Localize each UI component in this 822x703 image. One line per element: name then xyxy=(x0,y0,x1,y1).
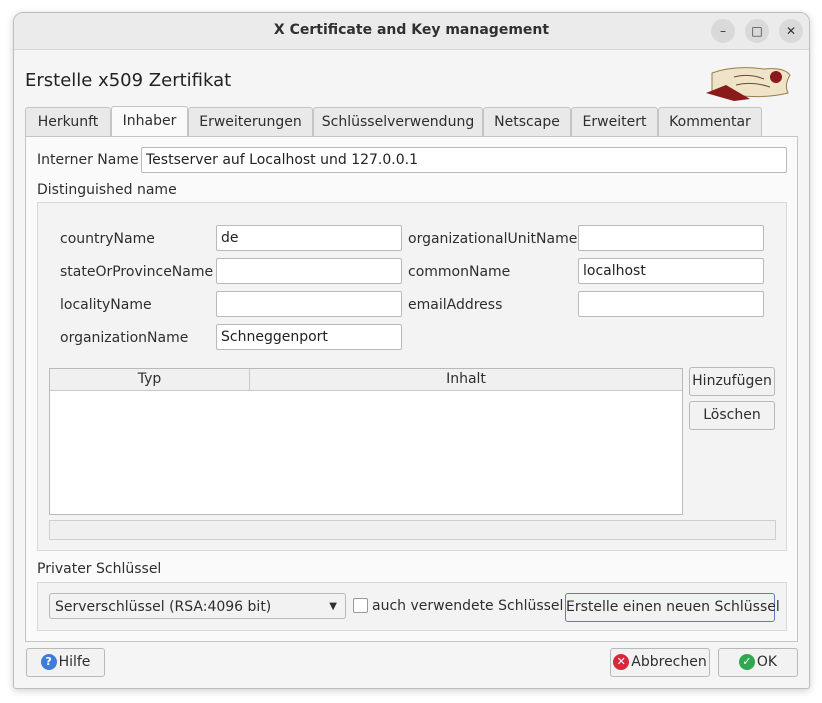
help-icon: ? xyxy=(40,654,57,670)
cancel-icon: ✕ xyxy=(613,654,630,670)
horizontal-scrollbar[interactable] xyxy=(49,520,776,540)
tab-kommentar[interactable]: Kommentar xyxy=(658,107,762,136)
private-key-selected: Serverschlüssel (RSA:4096 bit) xyxy=(55,599,272,615)
private-key-select[interactable]: Serverschlüssel (RSA:4096 bit) ▼ xyxy=(49,593,346,619)
maximize-button[interactable]: □ xyxy=(745,19,769,43)
ok-icon: ✓ xyxy=(738,654,755,670)
country-name-label: countryName xyxy=(60,231,155,247)
locality-name-input[interactable] xyxy=(216,291,402,317)
state-name-label: stateOrProvinceName xyxy=(60,264,214,280)
cancel-button[interactable]: ✕ Abbrechen xyxy=(610,648,710,677)
cancel-label: Abbrechen xyxy=(631,654,707,670)
tab-erweitert[interactable]: Erweitert xyxy=(571,107,658,136)
dialog-window: X Certificate and Key management – □ ✕ E… xyxy=(13,12,810,689)
internal-name-label: Interner Name xyxy=(37,152,139,168)
xca-logo-icon xyxy=(706,67,791,101)
chevron-down-icon: ▼ xyxy=(329,601,337,612)
common-name-input[interactable] xyxy=(578,258,764,284)
common-name-label: commonName xyxy=(408,264,511,280)
organization-name-input[interactable] xyxy=(216,324,402,350)
tab-netscape[interactable]: Netscape xyxy=(483,107,571,136)
country-name-input[interactable] xyxy=(216,225,402,251)
ok-label: OK xyxy=(756,654,778,670)
internal-name-input[interactable] xyxy=(141,147,787,173)
used-keys-label[interactable]: auch verwendete Schlüssel xyxy=(372,598,563,614)
ok-button[interactable]: ✓ OK xyxy=(718,648,798,677)
dn-entries-table[interactable]: Typ Inhalt xyxy=(49,368,683,515)
state-name-input[interactable] xyxy=(216,258,402,284)
org-unit-name-label: organizationalUnitName xyxy=(408,231,578,247)
email-address-label: emailAddress xyxy=(408,297,503,313)
window-title: X Certificate and Key management xyxy=(273,22,550,38)
tab-erweiterungen[interactable]: Erweiterungen xyxy=(188,107,313,136)
private-key-label: Privater Schlüssel xyxy=(37,561,162,577)
help-button[interactable]: ? Hilfe xyxy=(26,648,105,677)
organization-name-label: organizationName xyxy=(60,330,189,346)
create-new-key-button[interactable]: Erstelle einen neuen Schlüssel xyxy=(565,593,780,622)
tab-herkunft[interactable]: Herkunft xyxy=(25,107,111,136)
help-label: Hilfe xyxy=(58,654,91,670)
org-unit-name-input[interactable] xyxy=(578,225,764,251)
dialog-heading: Erstelle x509 Zertifikat xyxy=(25,70,232,91)
column-header-typ[interactable]: Typ xyxy=(50,369,250,391)
tab-inhaber[interactable]: Inhaber xyxy=(111,106,188,137)
email-address-input[interactable] xyxy=(578,291,764,317)
delete-button[interactable]: Löschen xyxy=(689,401,775,430)
column-header-inhalt[interactable]: Inhalt xyxy=(250,369,682,391)
add-button[interactable]: Hinzufügen xyxy=(689,367,775,396)
tab-schluesselverwendung[interactable]: Schlüsselverwendung xyxy=(313,107,483,136)
title-bar[interactable]: X Certificate and Key management – □ ✕ xyxy=(14,13,809,50)
locality-name-label: localityName xyxy=(60,297,152,313)
used-keys-checkbox[interactable] xyxy=(353,598,368,613)
close-button[interactable]: ✕ xyxy=(779,19,803,43)
minimize-button[interactable]: – xyxy=(711,19,735,43)
dn-label: Distinguished name xyxy=(37,182,177,198)
